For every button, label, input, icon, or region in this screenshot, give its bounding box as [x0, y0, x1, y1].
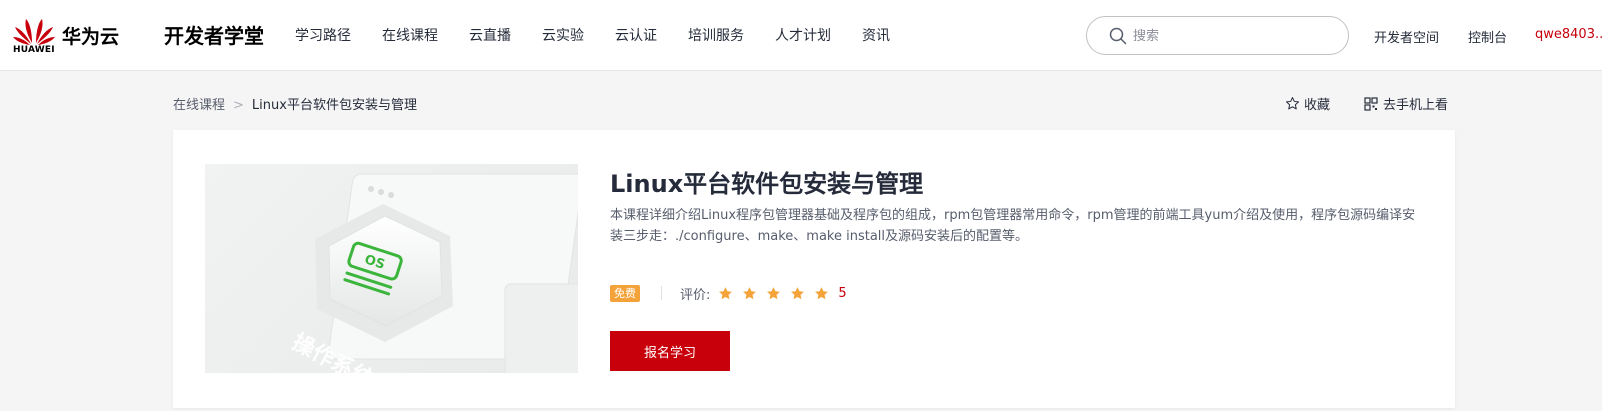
star-filled-icon: [719, 286, 733, 299]
favorite-label: 收藏: [1304, 98, 1331, 113]
course-meta: 免费 评价: 5: [610, 284, 847, 303]
favorite-button[interactable]: 收藏: [1285, 94, 1330, 113]
breadcrumb-online-courses[interactable]: 在线课程: [173, 98, 225, 113]
nav-item-live[interactable]: 云直播: [469, 25, 511, 45]
top-header: HUAWEI 华为云 开发者学堂 学习路径 在线课程 云直播 云实验 云认证 培…: [0, 0, 1602, 71]
huawei-logo[interactable]: HUAWEI 华为云: [12, 14, 132, 58]
nav-item-labs[interactable]: 云实验: [542, 25, 584, 45]
breadcrumb: 在线课程 > Linux平台软件包安装与管理: [173, 94, 417, 113]
course-cover: OS 操作系统: [205, 164, 578, 373]
star-filled-icon: [743, 286, 757, 299]
main-nav: 学习路径 在线课程 云直播 云实验 云认证 培训服务 人才计划 资讯: [295, 25, 921, 45]
course-description: 本课程详细介绍Linux程序包管理器基础及程序包的组成，rpm包管理器常用命令，…: [610, 208, 1416, 244]
search-input[interactable]: [1133, 25, 1333, 47]
logo-wordmark: HUAWEI: [13, 45, 55, 55]
brand-name: 华为云: [62, 26, 120, 48]
nav-item-news[interactable]: 资讯: [862, 25, 890, 45]
os-cover-illustration: OS 操作系统: [288, 173, 578, 373]
search-icon[interactable]: [1109, 27, 1127, 45]
view-on-mobile-label: 去手机上看: [1383, 98, 1449, 113]
view-on-mobile-button[interactable]: 去手机上看: [1364, 94, 1448, 113]
rating-stars: [718, 286, 829, 301]
dev-space-link[interactable]: 开发者空间: [1374, 27, 1439, 46]
site-title[interactable]: 开发者学堂: [164, 20, 264, 49]
nav-item-training[interactable]: 培训服务: [688, 25, 744, 45]
star-filled-icon: [767, 286, 781, 299]
enroll-button[interactable]: 报名学习: [610, 331, 730, 371]
nav-item-certification[interactable]: 云认证: [615, 25, 657, 45]
star-outline-icon: [1286, 97, 1299, 110]
breadcrumb-current: Linux平台软件包安装与管理: [251, 98, 417, 113]
breadcrumb-separator: >: [233, 98, 244, 113]
rating-score: 5: [838, 285, 847, 301]
course-card: OS 操作系统 Linux平台软件包安装与管理 本课程详细介绍Linux程序包管…: [173, 130, 1455, 408]
nav-item-learning-path[interactable]: 学习路径: [295, 25, 351, 45]
user-account[interactable]: qwe8403...: [1535, 27, 1602, 42]
star-filled-icon: [791, 286, 805, 299]
rating-label: 评价:: [680, 287, 711, 303]
console-link[interactable]: 控制台: [1468, 27, 1507, 46]
meta-divider: [661, 286, 662, 300]
nav-item-online-courses[interactable]: 在线课程: [382, 25, 438, 45]
nav-item-talent[interactable]: 人才计划: [775, 25, 831, 45]
free-badge: 免费: [610, 284, 640, 302]
huawei-petals-icon: [13, 19, 55, 45]
search-box[interactable]: [1086, 16, 1349, 55]
course-title: Linux平台软件包安装与管理: [610, 170, 924, 198]
qr-code-icon: [1364, 96, 1378, 111]
star-filled-icon: [815, 286, 829, 299]
